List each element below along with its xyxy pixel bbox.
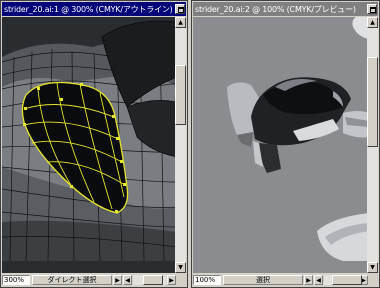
horizontal-scroll-thumb[interactable] xyxy=(143,275,163,285)
horizontal-scrollbar[interactable] xyxy=(324,275,362,285)
artboard-canvas[interactable] xyxy=(2,17,175,273)
current-tool-status[interactable]: 選択 xyxy=(223,275,303,285)
window-status-bar: 100% 選択 ▶ ◀ ▶ xyxy=(193,274,378,286)
window-status-bar: 300% ダイレクト選択 ▶ ◀ ▶ xyxy=(2,274,186,286)
resize-grip[interactable] xyxy=(176,275,186,285)
resize-grip[interactable] xyxy=(368,275,378,285)
maximize-button[interactable] xyxy=(367,4,377,14)
vertical-scrollbar[interactable]: ▲ ▼ xyxy=(367,17,378,273)
document-window-preview[interactable]: strider_20.ai:2 @ 100% (CMYK/プレビュー) ▲ ▼ … xyxy=(191,0,380,288)
scroll-up-arrow-icon[interactable]: ▲ xyxy=(175,17,186,28)
status-menu-arrow-icon[interactable]: ▶ xyxy=(113,275,122,285)
window-title: strider_20.ai:1 @ 300% (CMYK/アウトライン) xyxy=(4,4,173,14)
zoom-level-field[interactable]: 300% xyxy=(2,275,30,285)
scroll-up-arrow-icon[interactable]: ▲ xyxy=(367,17,378,28)
scroll-right-arrow-icon[interactable]: ▶ xyxy=(167,275,176,285)
scroll-down-arrow-icon[interactable]: ▼ xyxy=(175,262,186,273)
window-titlebar[interactable]: strider_20.ai:2 @ 100% (CMYK/プレビュー) xyxy=(193,2,378,16)
scroll-down-arrow-icon[interactable]: ▼ xyxy=(367,262,378,273)
zoom-level-field[interactable]: 100% xyxy=(193,275,221,285)
window-title: strider_20.ai:2 @ 100% (CMYK/プレビュー) xyxy=(195,4,356,14)
artboard-canvas[interactable] xyxy=(193,17,367,273)
horizontal-scrollbar[interactable] xyxy=(133,275,166,285)
window-titlebar[interactable]: strider_20.ai:1 @ 300% (CMYK/アウトライン) xyxy=(2,2,186,16)
scroll-left-arrow-icon[interactable]: ◀ xyxy=(123,275,132,285)
preview-artwork xyxy=(193,17,367,261)
scroll-left-arrow-icon[interactable]: ◀ xyxy=(314,275,323,285)
document-window-outline[interactable]: strider_20.ai:1 @ 300% (CMYK/アウトライン) ▲ ▼… xyxy=(0,0,188,288)
vertical-scroll-thumb[interactable] xyxy=(367,57,378,147)
horizontal-scroll-thumb[interactable] xyxy=(332,275,362,285)
vertical-scrollbar[interactable]: ▲ ▼ xyxy=(175,17,186,273)
vertical-scroll-thumb[interactable] xyxy=(175,65,186,125)
status-menu-arrow-icon[interactable]: ▶ xyxy=(304,275,313,285)
maximize-button[interactable] xyxy=(175,4,185,14)
current-tool-status[interactable]: ダイレクト選択 xyxy=(32,275,112,285)
outline-artwork xyxy=(2,17,175,262)
